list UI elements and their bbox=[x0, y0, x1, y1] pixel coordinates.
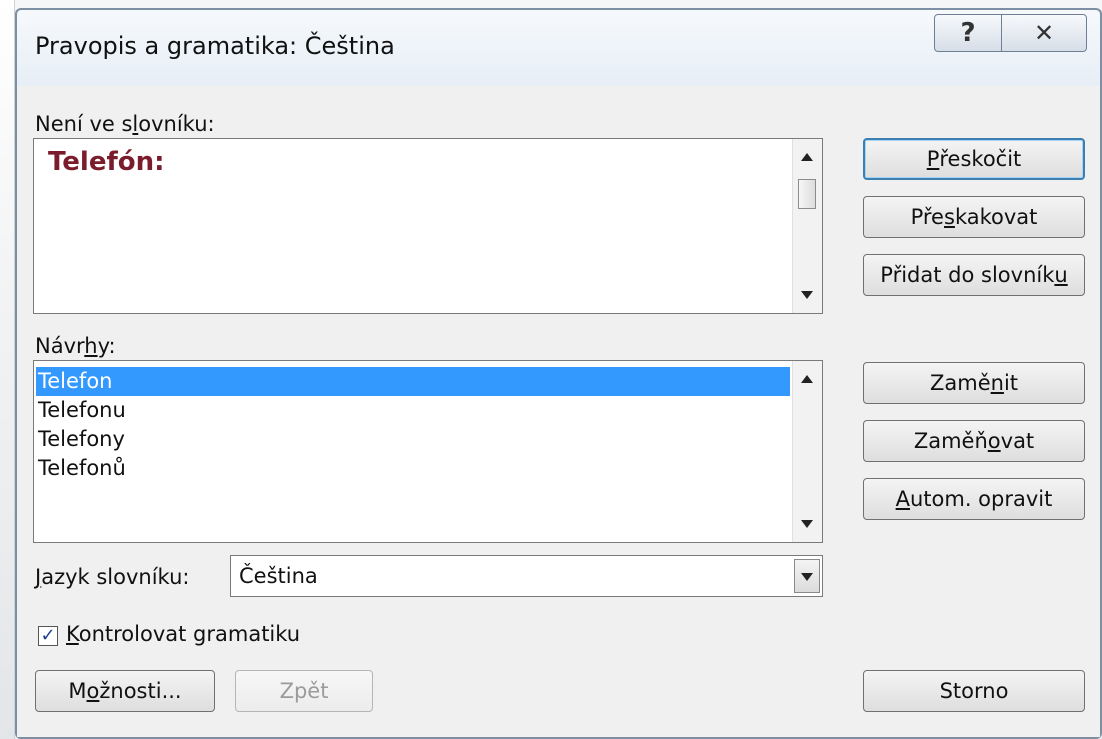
not-in-dictionary-label: Není ve slovníku: bbox=[35, 112, 215, 136]
chevron-down-icon bbox=[801, 573, 813, 581]
misspelled-word: Telefón: bbox=[48, 147, 165, 177]
dropdown-button[interactable] bbox=[794, 559, 820, 593]
scroll-thumb[interactable] bbox=[798, 179, 816, 209]
scroll-down-arrow-icon[interactable] bbox=[801, 291, 813, 299]
cancel-button[interactable]: Storno bbox=[863, 670, 1085, 712]
desktop-background-left bbox=[0, 0, 15, 739]
dictionary-language-select[interactable]: Čeština bbox=[230, 555, 823, 597]
window-title: Pravopis a gramatika: Čeština bbox=[35, 32, 395, 60]
check-grammar-checkbox[interactable]: ✓ bbox=[38, 626, 58, 646]
not-in-dictionary-textbox[interactable]: Telefón: bbox=[33, 138, 823, 314]
spelling-grammar-dialog: Pravopis a gramatika: Čeština ? ✕ Není v… bbox=[15, 8, 1102, 739]
suggestion-item[interactable]: Telefonů bbox=[36, 454, 790, 483]
title-bar[interactable]: Pravopis a gramatika: Čeština ? ✕ bbox=[17, 10, 1100, 86]
scroll-down-arrow-icon[interactable] bbox=[801, 520, 813, 528]
ignore-all-button[interactable]: Pře s kakovat bbox=[863, 196, 1085, 238]
undo-button[interactable]: Zpět bbox=[235, 670, 373, 712]
dialog-content: Není ve slovníku: Telefón: Návrhy: Telef… bbox=[17, 86, 1100, 737]
change-all-button[interactable]: Zaměň o vat bbox=[863, 420, 1085, 462]
suggestion-item[interactable]: Telefon bbox=[36, 367, 790, 396]
suggestions-list: Telefon Telefonu Telefony Telefonů bbox=[36, 367, 790, 483]
change-button[interactable]: Zamě n it bbox=[863, 362, 1085, 404]
not-in-dictionary-scrollbar[interactable] bbox=[792, 139, 822, 313]
help-icon: ? bbox=[960, 18, 976, 48]
suggestions-label: Návrhy: bbox=[35, 334, 116, 358]
options-button[interactable]: Mo žnosti... bbox=[35, 670, 215, 712]
suggestion-item[interactable]: Telefony bbox=[36, 425, 790, 454]
scroll-up-arrow-icon[interactable] bbox=[801, 375, 813, 383]
close-button[interactable]: ✕ bbox=[1001, 14, 1087, 52]
check-grammar-label: Kontrolovat gramatiku bbox=[66, 622, 301, 646]
scroll-up-arrow-icon[interactable] bbox=[801, 153, 813, 161]
ignore-once-button[interactable]: Přeskočit bbox=[863, 138, 1085, 180]
suggestion-item[interactable]: Telefonu bbox=[36, 396, 790, 425]
dictionary-language-label: Jazyk slovníku: bbox=[35, 565, 190, 589]
close-icon: ✕ bbox=[1033, 19, 1055, 47]
autocorrect-button[interactable]: Autom. opravit bbox=[863, 478, 1085, 520]
dictionary-language-value: Čeština bbox=[239, 564, 318, 588]
suggestions-scrollbar[interactable] bbox=[792, 361, 822, 542]
add-to-dictionary-button[interactable]: Přidat do slovník u bbox=[863, 254, 1085, 296]
help-button[interactable]: ? bbox=[934, 14, 1002, 52]
suggestions-listbox[interactable]: Telefon Telefonu Telefony Telefonů bbox=[33, 360, 823, 543]
